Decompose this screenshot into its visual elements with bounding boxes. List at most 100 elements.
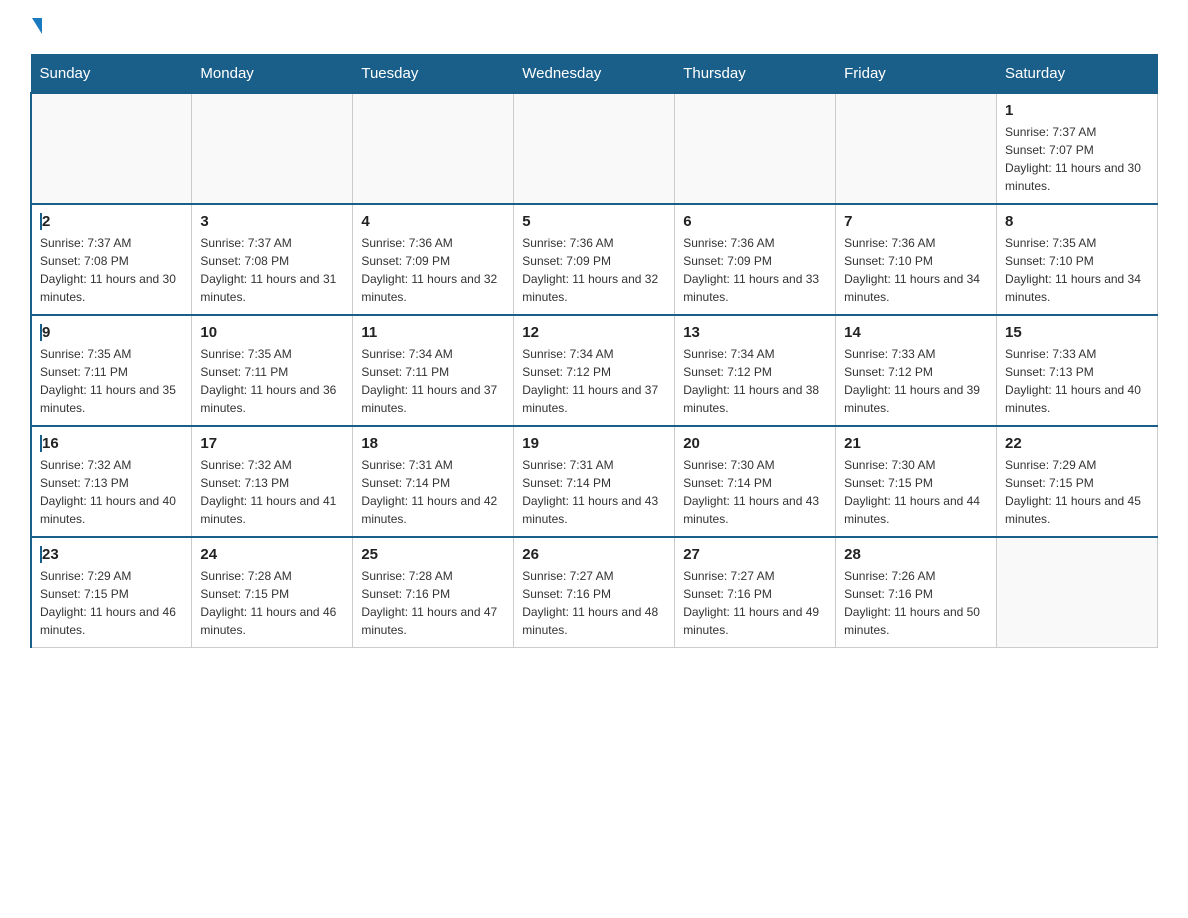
day-info: Sunrise: 7:32 AMSunset: 7:13 PMDaylight:… bbox=[200, 456, 344, 528]
day-number: 2 bbox=[40, 213, 183, 230]
calendar-cell: 2 Sunrise: 7:37 AMSunset: 7:08 PMDaylight… bbox=[31, 204, 192, 315]
calendar-cell: 11 Sunrise: 7:34 AMSunset: 7:11 PMDayligh… bbox=[353, 315, 514, 426]
page-header bbox=[30, 20, 1158, 36]
day-number: 18 bbox=[361, 435, 505, 452]
header-saturday: Saturday bbox=[997, 55, 1158, 94]
calendar-cell: 23 Sunrise: 7:29 AMSunset: 7:15 PMDayligh… bbox=[31, 537, 192, 648]
day-info: Sunrise: 7:29 AMSunset: 7:15 PMDaylight:… bbox=[40, 567, 183, 639]
day-number: 14 bbox=[844, 324, 988, 341]
day-number: 9 bbox=[40, 324, 183, 341]
calendar-cell: 9 Sunrise: 7:35 AMSunset: 7:11 PMDaylight… bbox=[31, 315, 192, 426]
calendar-cell: 25 Sunrise: 7:28 AMSunset: 7:16 PMDayligh… bbox=[353, 537, 514, 648]
day-info: Sunrise: 7:26 AMSunset: 7:16 PMDaylight:… bbox=[844, 567, 988, 639]
day-info: Sunrise: 7:35 AMSunset: 7:11 PMDaylight:… bbox=[40, 345, 183, 417]
days-header-row: Sunday Monday Tuesday Wednesday Thursday… bbox=[31, 55, 1158, 94]
calendar-cell: 13 Sunrise: 7:34 AMSunset: 7:12 PMDayligh… bbox=[675, 315, 836, 426]
day-info: Sunrise: 7:28 AMSunset: 7:16 PMDaylight:… bbox=[361, 567, 505, 639]
day-info: Sunrise: 7:31 AMSunset: 7:14 PMDaylight:… bbox=[361, 456, 505, 528]
calendar-cell: 14 Sunrise: 7:33 AMSunset: 7:12 PMDayligh… bbox=[836, 315, 997, 426]
day-number: 6 bbox=[683, 213, 827, 230]
day-number: 4 bbox=[361, 213, 505, 230]
day-number: 3 bbox=[200, 213, 344, 230]
day-number: 27 bbox=[683, 546, 827, 563]
calendar-cell bbox=[192, 93, 353, 204]
calendar-cell: 17 Sunrise: 7:32 AMSunset: 7:13 PMDayligh… bbox=[192, 426, 353, 537]
calendar-cell: 5 Sunrise: 7:36 AMSunset: 7:09 PMDaylight… bbox=[514, 204, 675, 315]
header-wednesday: Wednesday bbox=[514, 55, 675, 94]
day-info: Sunrise: 7:32 AMSunset: 7:13 PMDaylight:… bbox=[40, 456, 183, 528]
day-number: 28 bbox=[844, 546, 988, 563]
day-number: 21 bbox=[844, 435, 988, 452]
day-info: Sunrise: 7:36 AMSunset: 7:10 PMDaylight:… bbox=[844, 234, 988, 306]
calendar-cell: 21 Sunrise: 7:30 AMSunset: 7:15 PMDayligh… bbox=[836, 426, 997, 537]
calendar-cell: 4 Sunrise: 7:36 AMSunset: 7:09 PMDaylight… bbox=[353, 204, 514, 315]
calendar-week-row: 23 Sunrise: 7:29 AMSunset: 7:15 PMDayligh… bbox=[31, 537, 1158, 648]
day-number: 5 bbox=[522, 213, 666, 230]
calendar-cell: 6 Sunrise: 7:36 AMSunset: 7:09 PMDaylight… bbox=[675, 204, 836, 315]
day-info: Sunrise: 7:37 AMSunset: 7:08 PMDaylight:… bbox=[200, 234, 344, 306]
day-info: Sunrise: 7:36 AMSunset: 7:09 PMDaylight:… bbox=[522, 234, 666, 306]
calendar-cell: 10 Sunrise: 7:35 AMSunset: 7:11 PMDayligh… bbox=[192, 315, 353, 426]
calendar-cell: 26 Sunrise: 7:27 AMSunset: 7:16 PMDayligh… bbox=[514, 537, 675, 648]
day-info: Sunrise: 7:35 AMSunset: 7:10 PMDaylight:… bbox=[1005, 234, 1149, 306]
calendar-cell: 20 Sunrise: 7:30 AMSunset: 7:14 PMDayligh… bbox=[675, 426, 836, 537]
calendar-week-row: 2 Sunrise: 7:37 AMSunset: 7:08 PMDaylight… bbox=[31, 204, 1158, 315]
day-info: Sunrise: 7:34 AMSunset: 7:12 PMDaylight:… bbox=[683, 345, 827, 417]
day-number: 13 bbox=[683, 324, 827, 341]
calendar-cell: 3 Sunrise: 7:37 AMSunset: 7:08 PMDaylight… bbox=[192, 204, 353, 315]
day-info: Sunrise: 7:37 AMSunset: 7:07 PMDaylight:… bbox=[1005, 123, 1149, 195]
day-info: Sunrise: 7:27 AMSunset: 7:16 PMDaylight:… bbox=[522, 567, 666, 639]
calendar-cell: 28 Sunrise: 7:26 AMSunset: 7:16 PMDayligh… bbox=[836, 537, 997, 648]
day-number: 23 bbox=[40, 546, 183, 563]
day-info: Sunrise: 7:34 AMSunset: 7:12 PMDaylight:… bbox=[522, 345, 666, 417]
day-number: 22 bbox=[1005, 435, 1149, 452]
calendar-cell: 12 Sunrise: 7:34 AMSunset: 7:12 PMDayligh… bbox=[514, 315, 675, 426]
header-tuesday: Tuesday bbox=[353, 55, 514, 94]
calendar-cell: 8 Sunrise: 7:35 AMSunset: 7:10 PMDaylight… bbox=[997, 204, 1158, 315]
calendar-cell: 27Sunrise: 7:27 AMSunset: 7:16 PMDayligh… bbox=[675, 537, 836, 648]
calendar-cell bbox=[836, 93, 997, 204]
calendar-cell: 24 Sunrise: 7:28 AMSunset: 7:15 PMDayligh… bbox=[192, 537, 353, 648]
day-info: Sunrise: 7:35 AMSunset: 7:11 PMDaylight:… bbox=[200, 345, 344, 417]
day-info: Sunrise: 7:31 AMSunset: 7:14 PMDaylight:… bbox=[522, 456, 666, 528]
day-number: 12 bbox=[522, 324, 666, 341]
calendar-week-row: 1 Sunrise: 7:37 AMSunset: 7:07 PMDaylight… bbox=[31, 93, 1158, 204]
day-number: 20 bbox=[683, 435, 827, 452]
calendar-week-row: 9 Sunrise: 7:35 AMSunset: 7:11 PMDaylight… bbox=[31, 315, 1158, 426]
calendar-cell: 19Sunrise: 7:31 AMSunset: 7:14 PMDayligh… bbox=[514, 426, 675, 537]
calendar-cell bbox=[675, 93, 836, 204]
calendar-week-row: 16 Sunrise: 7:32 AMSunset: 7:13 PMDayligh… bbox=[31, 426, 1158, 537]
calendar-cell: 18 Sunrise: 7:31 AMSunset: 7:14 PMDayligh… bbox=[353, 426, 514, 537]
day-info: Sunrise: 7:37 AMSunset: 7:08 PMDaylight:… bbox=[40, 234, 183, 306]
logo bbox=[30, 20, 42, 36]
day-info: Sunrise: 7:33 AMSunset: 7:13 PMDaylight:… bbox=[1005, 345, 1149, 417]
calendar-cell bbox=[997, 537, 1158, 648]
day-number: 8 bbox=[1005, 213, 1149, 230]
day-info: Sunrise: 7:29 AMSunset: 7:15 PMDaylight:… bbox=[1005, 456, 1149, 528]
header-sunday: Sunday bbox=[31, 55, 192, 94]
day-info: Sunrise: 7:33 AMSunset: 7:12 PMDaylight:… bbox=[844, 345, 988, 417]
header-friday: Friday bbox=[836, 55, 997, 94]
day-number: 17 bbox=[200, 435, 344, 452]
day-number: 25 bbox=[361, 546, 505, 563]
calendar-cell bbox=[353, 93, 514, 204]
day-number: 11 bbox=[361, 324, 505, 341]
day-number: 16 bbox=[40, 435, 183, 452]
day-info: Sunrise: 7:36 AMSunset: 7:09 PMDaylight:… bbox=[683, 234, 827, 306]
day-info: Sunrise: 7:34 AMSunset: 7:11 PMDaylight:… bbox=[361, 345, 505, 417]
day-number: 7 bbox=[844, 213, 988, 230]
day-info: Sunrise: 7:30 AMSunset: 7:15 PMDaylight:… bbox=[844, 456, 988, 528]
calendar-cell: 7 Sunrise: 7:36 AMSunset: 7:10 PMDaylight… bbox=[836, 204, 997, 315]
day-info: Sunrise: 7:30 AMSunset: 7:14 PMDaylight:… bbox=[683, 456, 827, 528]
header-monday: Monday bbox=[192, 55, 353, 94]
day-number: 26 bbox=[522, 546, 666, 563]
calendar-table: Sunday Monday Tuesday Wednesday Thursday… bbox=[30, 54, 1158, 648]
calendar-cell: 22 Sunrise: 7:29 AMSunset: 7:15 PMDayligh… bbox=[997, 426, 1158, 537]
day-info: Sunrise: 7:36 AMSunset: 7:09 PMDaylight:… bbox=[361, 234, 505, 306]
day-number: 1 bbox=[1005, 102, 1149, 119]
day-number: 10 bbox=[200, 324, 344, 341]
day-number: 24 bbox=[200, 546, 344, 563]
calendar-cell bbox=[31, 93, 192, 204]
day-number: 15 bbox=[1005, 324, 1149, 341]
day-info: Sunrise: 7:28 AMSunset: 7:15 PMDaylight:… bbox=[200, 567, 344, 639]
